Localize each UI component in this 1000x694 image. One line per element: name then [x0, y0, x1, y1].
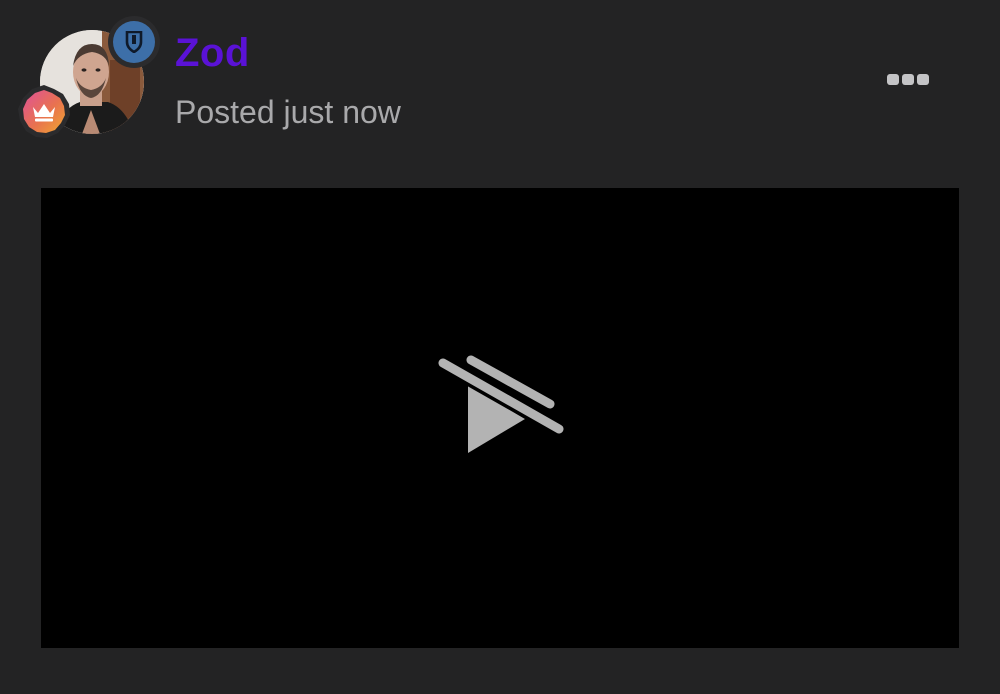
post-header: Zod Posted just now [0, 0, 1000, 160]
shield-icon [125, 31, 143, 53]
avatar-container[interactable] [18, 16, 160, 138]
premium-badge [16, 84, 72, 140]
video-unavailable-icon [435, 352, 565, 453]
shield-badge-inner [113, 21, 155, 63]
more-options-button[interactable] [880, 62, 936, 96]
more-options-dot [917, 73, 929, 85]
more-options-dot [887, 73, 899, 85]
post-card: Zod Posted just now [0, 0, 1000, 694]
crown-icon [18, 85, 70, 138]
more-options-dot [902, 73, 914, 85]
moderator-badge [108, 16, 160, 68]
post-timestamp: Posted just now [175, 94, 401, 130]
author-name[interactable]: Zod [175, 30, 250, 76]
